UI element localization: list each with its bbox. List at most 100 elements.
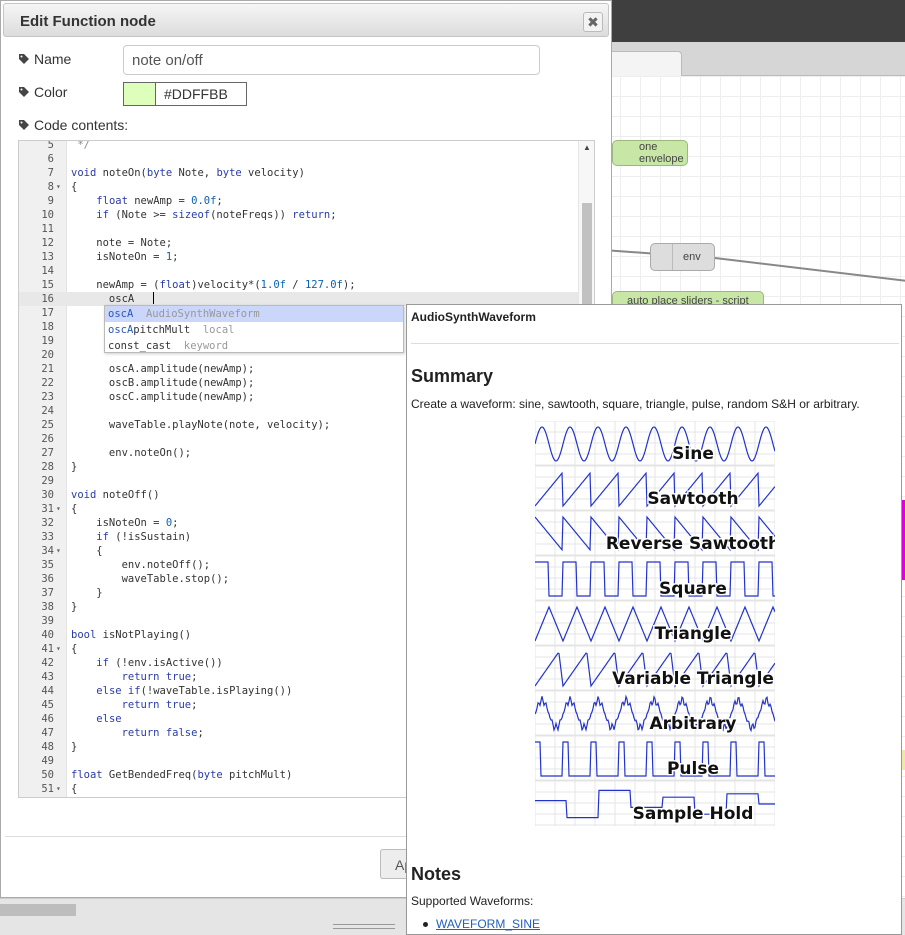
code-text: note = Note; [71,237,173,249]
waveform-label: Variable Triangle [612,669,774,689]
line-number: 41 [41,643,54,655]
line-number: 10 [41,209,54,221]
waveform-label: Reverse Sawtooth [606,534,775,554]
line-number: 21 [41,363,54,375]
code-text: isNoteOn = 0; [71,517,179,529]
autocomplete-item[interactable]: oscApitchMult local [105,322,403,338]
code-line[interactable]: 13 isNoteOn = 1; [19,250,579,264]
code-line[interactable]: 9 float newAmp = 0.0f; [19,194,579,208]
scroll-thumb[interactable] [582,203,592,315]
code-text: else if(!waveTable.isPlaying()) [96,685,293,697]
code-text: bool isNotPlaying() [71,629,192,641]
dialog-title: Edit Function node [20,13,156,30]
code-line[interactable]: 11 [19,222,579,236]
line-number: 49 [41,755,54,767]
ac-rest: const_cast [108,340,172,352]
line-number: 20 [41,349,54,361]
code-text: newAmp = (float)velocity*(1.0f / 127.0f)… [71,279,356,291]
line-number: 48 [41,741,54,753]
notes-text: Supported Waveforms: [411,894,534,908]
code-line[interactable]: 7 void noteOn(byte Note, byte velocity) [19,166,579,180]
line-number: 38 [41,601,54,613]
line-number: 19 [41,335,54,347]
code-text: float newAmp = 0.0f; [96,195,223,207]
dialog-titlebar[interactable]: Edit Function node ✖ [3,3,609,37]
line-number: 35 [41,559,54,571]
text-cursor [153,292,154,304]
color-field[interactable]: #DDFFBB [155,82,247,106]
fold-arrow-icon[interactable]: ▾ [56,502,66,516]
code-text: } [71,461,78,473]
waveform-label: Sample Hold [633,804,754,824]
code-text: } [71,741,78,753]
line-number: 25 [41,419,54,431]
close-button[interactable]: ✖ [583,12,603,32]
code-line[interactable]: 15 newAmp = (float)velocity*(1.0f / 127.… [19,278,579,292]
code-text: { [71,643,78,655]
line-number: 43 [41,671,54,683]
resize-grip[interactable] [333,924,395,929]
code-text: { [71,181,78,193]
code-text: } [71,601,78,613]
node-label: env [683,251,701,263]
line-number: 6 [47,153,54,165]
waveform-label: Arbitrary [650,714,737,734]
fold-arrow-icon[interactable]: ▾ [56,642,66,656]
code-line[interactable]: 5 */ [19,140,579,152]
code-text: if (Note >= sizeof(noteFreqs)) return; [96,209,337,221]
ac-match: oscA [108,324,134,336]
tag-icon [19,120,29,130]
name-label-text: Name [34,51,72,67]
autocomplete-item[interactable]: oscA AudioSynthWaveform [105,306,403,322]
line-number: 50 [41,769,54,781]
code-text: */ [71,140,90,151]
code-line[interactable]: 10 if (Note >= sizeof(noteFreqs)) return… [19,208,579,222]
line-number: 26 [41,433,54,445]
code-text: void noteOff() [71,489,160,501]
line-number: 28 [41,461,54,473]
waveform-label: Square [659,579,727,599]
comment-node[interactable]: one envelope [612,140,688,166]
code-text: oscB.amplitude(newAmp); [71,377,255,389]
tag-icon [19,87,29,97]
code-text: waveTable.playNote(note, velocity); [71,419,331,431]
env-node[interactable]: env [650,243,715,271]
code-line[interactable]: 12 note = Note; [19,236,579,250]
scroll-up-icon[interactable]: ▲ [579,141,594,155]
line-number: 47 [41,727,54,739]
code-text: oscC.amplitude(newAmp); [71,391,255,403]
fold-arrow-icon[interactable]: ▾ [56,180,66,194]
line-number: 37 [41,587,54,599]
autocomplete-list[interactable]: oscA AudioSynthWaveform oscApitchMult loc… [104,305,404,353]
line-number: 8 [47,181,54,193]
horizontal-scrollbar[interactable] [0,904,76,916]
fold-arrow-icon[interactable]: ▾ [56,544,66,558]
line-number: 11 [41,223,54,235]
code-text: oscA.amplitude(newAmp); [71,363,255,375]
line-number: 17 [41,307,54,319]
color-swatch[interactable] [123,82,156,106]
node-label: one envelope [639,141,684,165]
code-line[interactable]: 14 [19,264,579,278]
line-number: 5 [47,140,54,151]
ac-meta: AudioSynthWaveform [145,308,260,320]
name-input[interactable] [123,45,540,75]
line-number: 29 [41,475,54,487]
doc-divider [411,343,899,344]
waveform-sine-link[interactable]: WAVEFORM_SINE [436,917,540,931]
autocomplete-item[interactable]: const_cast keyword [105,338,403,354]
code-text: } [71,587,103,599]
code-text: { [71,545,103,557]
line-number: 36 [41,573,54,585]
doc-title: AudioSynthWaveform [411,310,536,324]
fold-arrow-icon[interactable]: ▾ [56,782,66,796]
line-number: 22 [41,377,54,389]
code-text: env.noteOff(); [71,559,211,571]
line-number: 18 [41,321,54,333]
line-number: 32 [41,517,54,529]
ac-rest: pitchMult [133,324,191,336]
code-line[interactable]: 6 [19,152,579,166]
waveform-label: Triangle [654,624,731,644]
code-line[interactable]: 8 ▾ { [19,180,579,194]
line-number: 45 [41,699,54,711]
